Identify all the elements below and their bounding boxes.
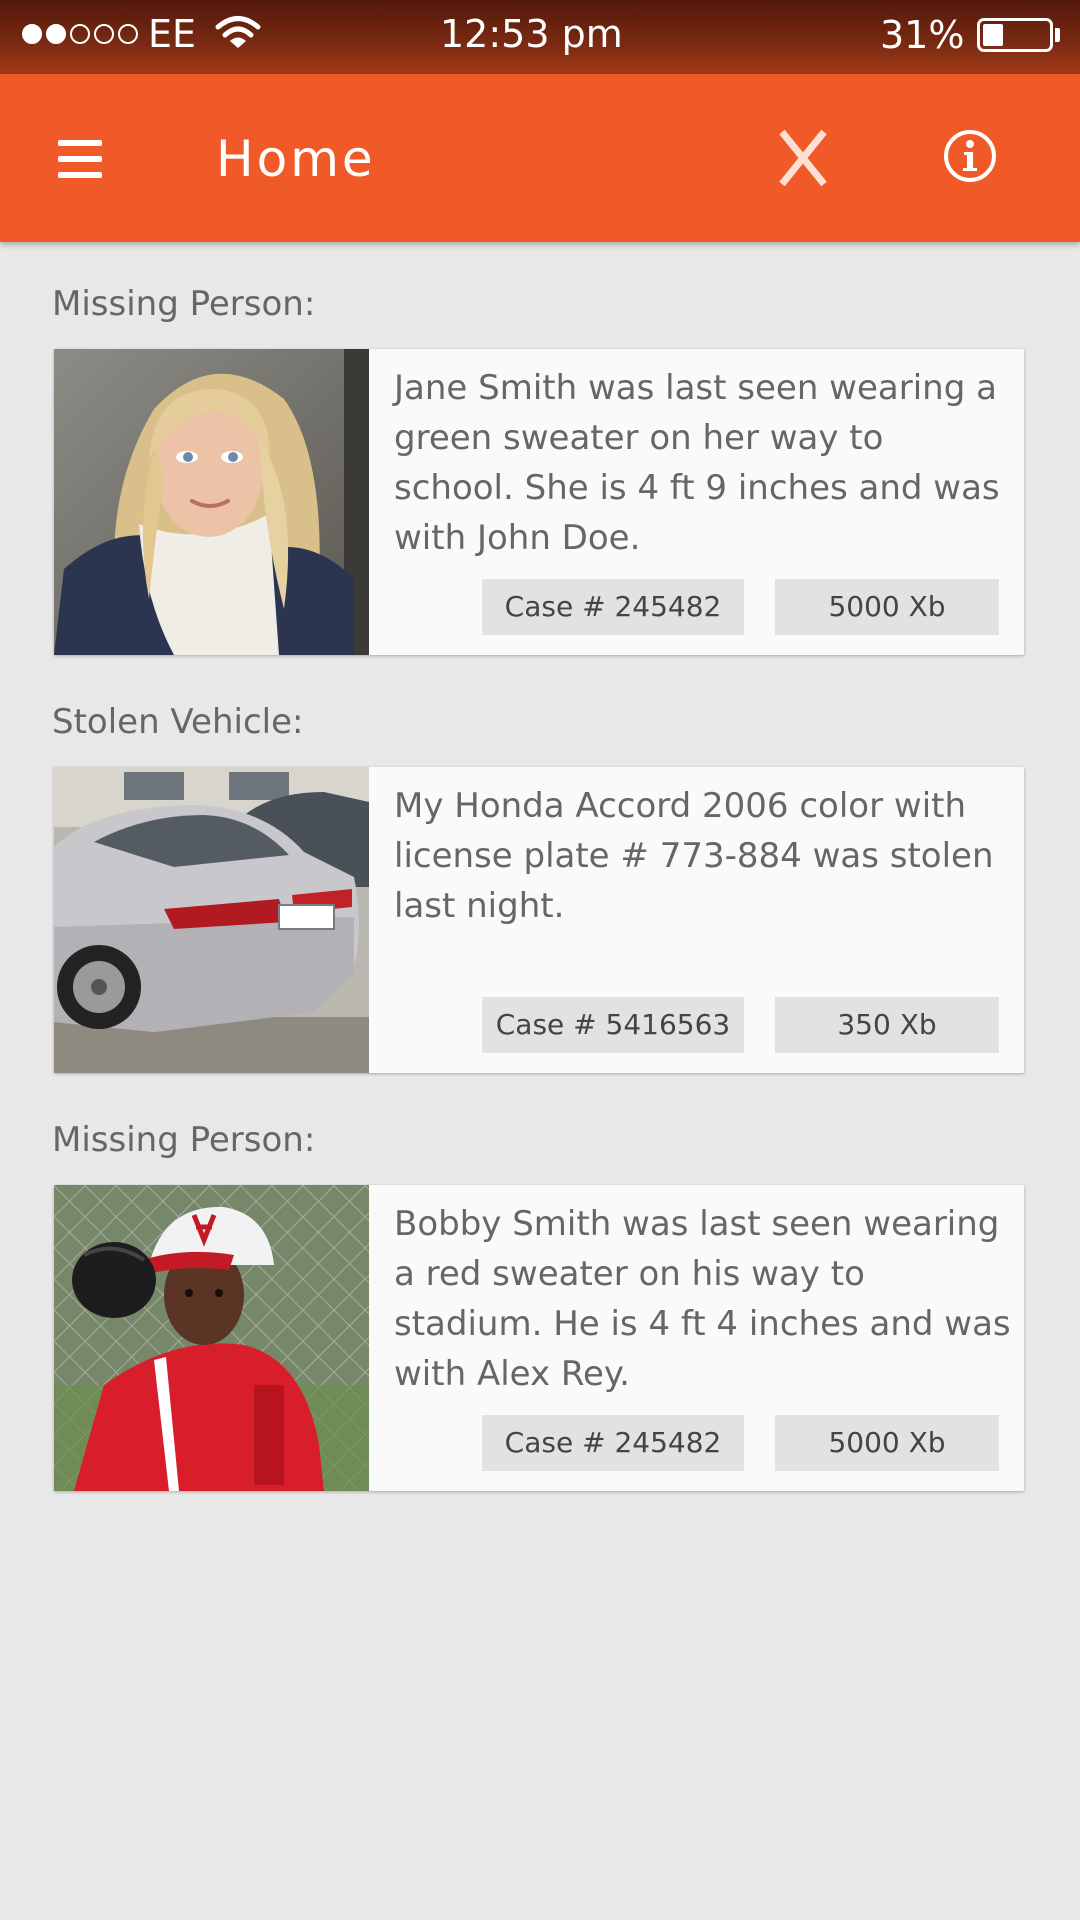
card-description: Jane Smith was last seen wearing a green… bbox=[394, 368, 1000, 558]
close-icon[interactable] bbox=[776, 128, 830, 188]
case-number-tag: Case # 245482 bbox=[482, 579, 744, 635]
clock-time: 12:53 pm bbox=[440, 12, 623, 56]
info-icon[interactable] bbox=[942, 128, 998, 184]
category-label: Stolen Vehicle: bbox=[52, 702, 304, 742]
alert-card[interactable]: Jane Smith was last seen wearing a green… bbox=[54, 349, 1024, 655]
card-description: Bobby Smith was last seen wearing a red … bbox=[394, 1204, 1011, 1394]
carrier-name: EE bbox=[148, 12, 197, 56]
wifi-icon bbox=[215, 16, 261, 48]
card-description: My Honda Accord 2006 color with license … bbox=[394, 786, 994, 926]
silver-car-photo bbox=[54, 767, 369, 1073]
battery-level-fill bbox=[983, 24, 1003, 46]
reward-tag: 5000 Xb bbox=[775, 1415, 999, 1471]
girl-portrait-photo bbox=[54, 349, 369, 655]
battery-percent: 31% bbox=[880, 13, 965, 57]
app-header: Home bbox=[0, 74, 1080, 242]
reward-tag: 350 Xb bbox=[775, 997, 999, 1053]
signal-strength-icon bbox=[22, 24, 138, 44]
page-title: Home bbox=[216, 130, 376, 188]
battery-tip bbox=[1055, 28, 1060, 42]
category-label: Missing Person: bbox=[52, 284, 316, 324]
hamburger-menu-icon[interactable] bbox=[58, 138, 108, 180]
category-label: Missing Person: bbox=[52, 1120, 316, 1160]
status-bar: EE 12:53 pm 31% bbox=[0, 0, 1080, 74]
alert-card[interactable]: My Honda Accord 2006 color with license … bbox=[54, 767, 1024, 1073]
case-number-tag: Case # 245482 bbox=[482, 1415, 744, 1471]
boy-baseball-photo bbox=[54, 1185, 369, 1491]
case-number-tag: Case # 5416563 bbox=[482, 997, 744, 1053]
reward-tag: 5000 Xb bbox=[775, 579, 999, 635]
battery-icon bbox=[977, 18, 1053, 52]
alert-card[interactable]: Bobby Smith was last seen wearing a red … bbox=[54, 1185, 1024, 1491]
